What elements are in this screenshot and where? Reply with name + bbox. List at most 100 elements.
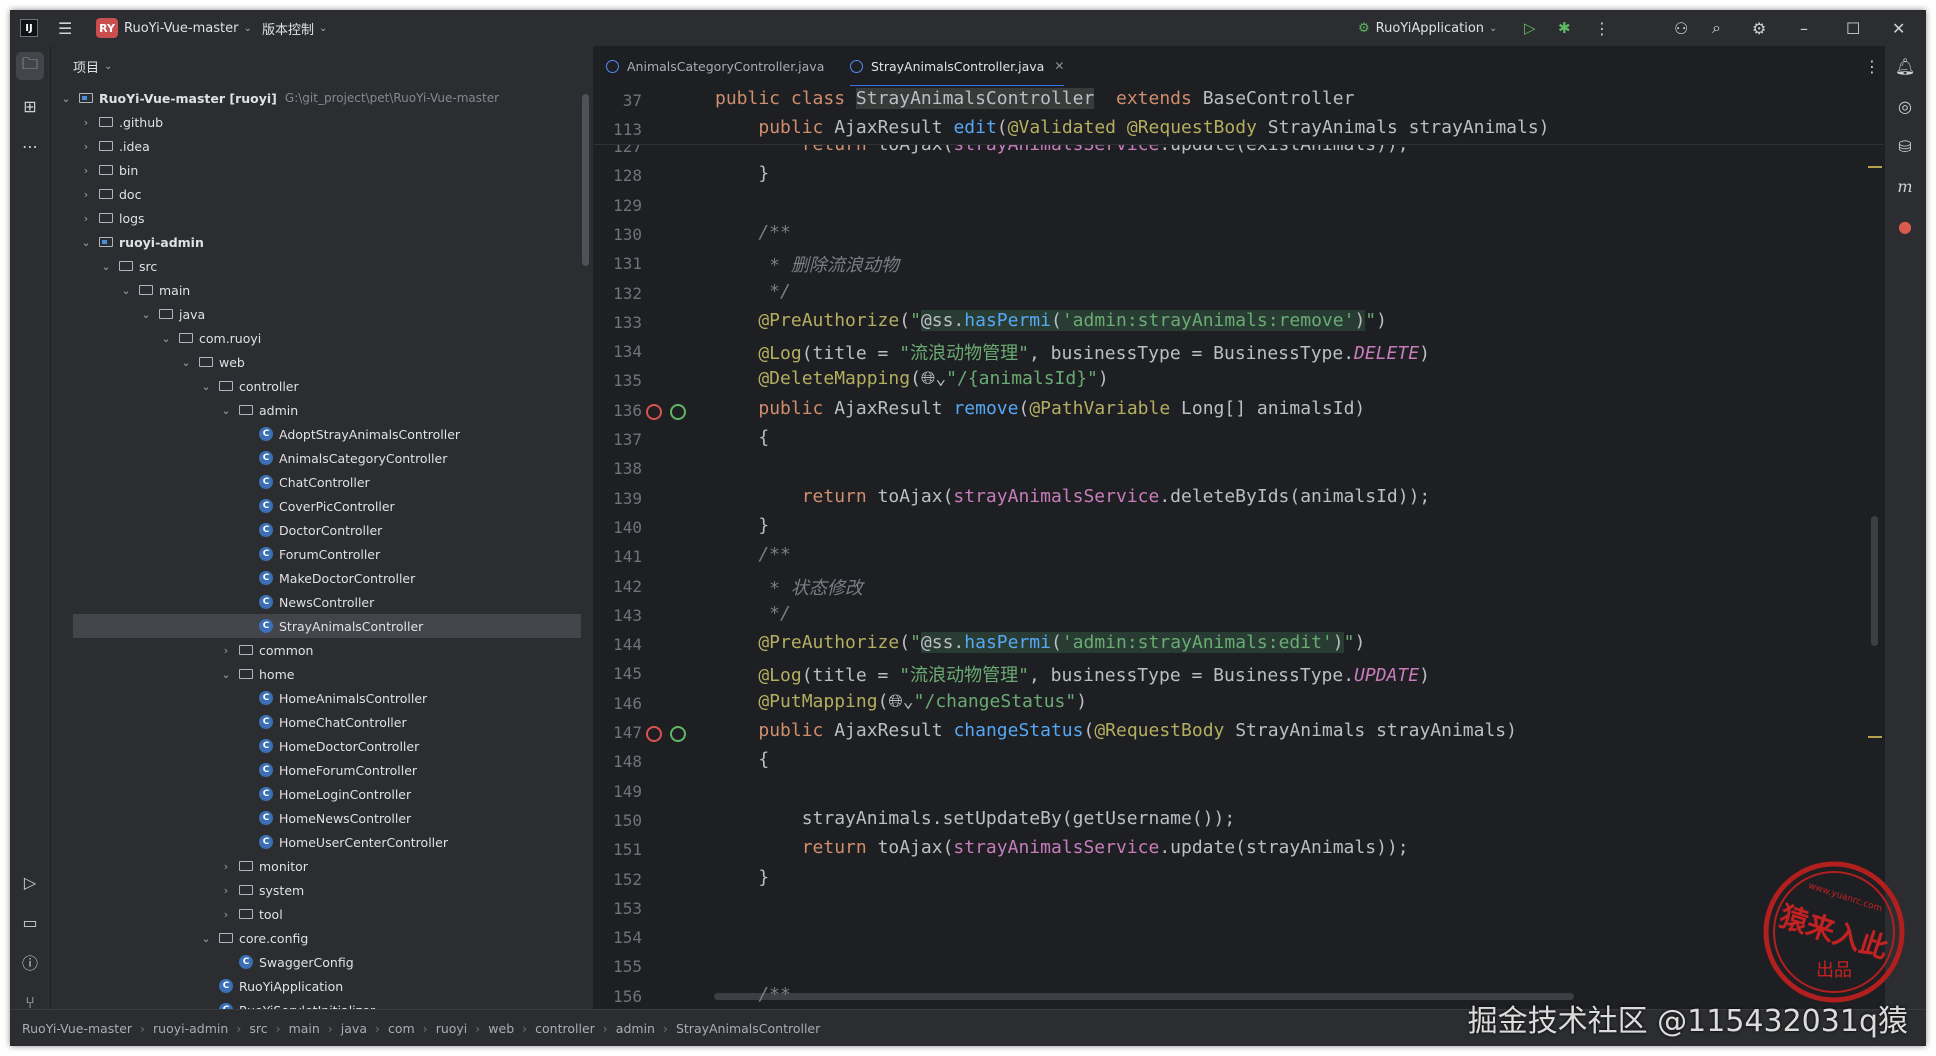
tree-item-folder[interactable]: ⌄ web	[51, 350, 593, 374]
tree-item-class[interactable]: C HomeChatController	[51, 710, 593, 734]
chevron-down-icon[interactable]: ⌄	[179, 356, 193, 369]
tree-item-folder[interactable]: ⌄ src	[51, 254, 593, 278]
code-line[interactable]: /**	[715, 984, 791, 1005]
structure-tool-button[interactable]: ⊞	[16, 92, 44, 120]
chevron-down-icon[interactable]: ⌄	[199, 932, 213, 945]
breadcrumb-item[interactable]: StrayAnimalsController	[676, 1021, 820, 1036]
code-line[interactable]: @Log(title = "流浪动物管理", businessType = Bu…	[715, 661, 1430, 687]
tab-stray-animals-controller[interactable]: StrayAnimalsController.java ✕	[850, 46, 1065, 87]
code-line[interactable]: public AjaxResult changeStatus(@RequestB…	[715, 720, 1517, 741]
breadcrumb-item[interactable]: web	[488, 1021, 514, 1036]
breadcrumb-item[interactable]: com	[388, 1021, 415, 1036]
maven-button[interactable]: m	[1893, 174, 1917, 198]
debug-button[interactable]: ✱	[1558, 10, 1571, 46]
close-button[interactable]: ✕	[1892, 10, 1905, 46]
code-line[interactable]: /**	[715, 544, 791, 565]
chevron-down-icon[interactable]: ⌄	[219, 668, 233, 681]
chevron-right-icon[interactable]: ›	[79, 188, 93, 201]
code-line[interactable]: * 状态修改	[715, 574, 863, 600]
code-line[interactable]: @PreAuthorize("@ss.hasPermi('admin:stray…	[715, 632, 1365, 654]
breadcrumb-item[interactable]: controller	[535, 1021, 595, 1036]
services-tool-button[interactable]: ▷	[16, 868, 44, 896]
chevron-down-icon[interactable]: ⌄	[219, 404, 233, 417]
tree-item-folder[interactable]: ⌄ com.ruoyi	[51, 326, 593, 350]
tree-item-class[interactable]: C NewsController	[51, 590, 593, 614]
ai-assistant-button[interactable]: ◎	[1893, 94, 1917, 118]
tree-item-folder[interactable]: › common	[51, 638, 593, 662]
code-line[interactable]: */	[715, 281, 791, 302]
search-everywhere-button[interactable]: ⌕	[1712, 10, 1721, 46]
tree-item-class[interactable]: C ForumController	[51, 542, 593, 566]
code-line[interactable]: @PreAuthorize("@ss.hasPermi('admin:stray…	[715, 309, 1387, 331]
chevron-down-icon[interactable]: ⌄	[159, 332, 173, 345]
code-line[interactable]: public class StrayAnimalsController exte…	[715, 88, 1354, 109]
chevron-down-icon[interactable]: ⌄	[199, 380, 213, 393]
chevron-down-icon[interactable]: ⌄	[99, 260, 113, 273]
code-line[interactable]: }	[715, 867, 769, 888]
breadcrumb-item[interactable]: java	[341, 1021, 367, 1036]
tab-actions-button[interactable]: ⋮	[1864, 46, 1880, 86]
tree-item-class[interactable]: C MakeDoctorController	[51, 566, 593, 590]
tree-item-folder[interactable]: › doc	[51, 182, 593, 206]
code-line[interactable]: @PutMapping(🌐︎⌄"/changeStatus")	[715, 691, 1087, 712]
breadcrumb-item[interactable]: src	[249, 1021, 267, 1036]
breadcrumb-item[interactable]: RuoYi-Vue-master	[22, 1021, 132, 1036]
code-line[interactable]: @Log(title = "流浪动物管理", businessType = Bu…	[715, 339, 1430, 365]
code-line[interactable]: public AjaxResult edit(@Validated @Reque…	[715, 117, 1549, 138]
chevron-right-icon[interactable]: ›	[79, 164, 93, 177]
code-line[interactable]: * 删除流浪动物	[715, 251, 899, 277]
tree-item-class[interactable]: C HomeUserCenterController	[51, 830, 593, 854]
chevron-right-icon[interactable]: ›	[219, 884, 233, 897]
settings-button[interactable]: ⚙	[1752, 10, 1766, 46]
tree-item-folder[interactable]: › .idea	[51, 134, 593, 158]
run-button[interactable]: ▷	[1524, 10, 1536, 46]
tree-item-folder[interactable]: ⌄ ruoyi-admin	[51, 230, 593, 254]
tree-item-class[interactable]: C DoctorController	[51, 518, 593, 542]
code-line[interactable]: }	[715, 163, 769, 184]
tree-item-class[interactable]: C SwaggerConfig	[51, 950, 593, 974]
breadcrumb-item[interactable]: admin	[616, 1021, 655, 1036]
change-marker[interactable]	[1868, 736, 1882, 738]
code-line[interactable]: return toAjax(strayAnimalsService.update…	[715, 837, 1409, 858]
chevron-right-icon[interactable]: ›	[219, 908, 233, 921]
chevron-right-icon[interactable]: ›	[219, 860, 233, 873]
change-marker[interactable]	[1868, 166, 1882, 168]
tree-item-class[interactable]: C CoverPicController	[51, 494, 593, 518]
tree-item-folder[interactable]: › system	[51, 878, 593, 902]
project-switcher[interactable]: RY RuoYi-Vue-master ⌄	[96, 10, 252, 46]
tree-item-folder[interactable]: ⌄ RuoYi-Vue-master [ruoyi] G:\git_project\…	[51, 86, 593, 110]
chevron-right-icon[interactable]: ›	[79, 140, 93, 153]
database-button[interactable]: ⛁	[1893, 134, 1917, 158]
tree-item-class[interactable]: C HomeNewsController	[51, 806, 593, 830]
tree-item-class[interactable]: C AnimalsCategoryController	[51, 446, 593, 470]
tree-item-class[interactable]: C RuoYiApplication	[51, 974, 593, 998]
chevron-down-icon[interactable]: ⌄	[79, 236, 93, 249]
more-actions-button[interactable]: ⋮	[1594, 10, 1610, 46]
request-mapping-gutter-icon[interactable]	[670, 403, 686, 420]
sticky-lines-header[interactable]: 37 public class StrayAnimalsController ex…	[594, 86, 1884, 145]
code-line[interactable]: {	[715, 749, 769, 770]
project-tool-button[interactable]: 🗀︎	[16, 52, 44, 80]
endpoint-gutter-icon[interactable]	[646, 403, 662, 420]
project-panel-header[interactable]: 项目 ⌄	[51, 46, 593, 86]
run-config-selector[interactable]: ⚙ RuoYiApplication ⌄	[1358, 10, 1497, 46]
tree-item-folder[interactable]: ⌄ java	[51, 302, 593, 326]
breadcrumb-item[interactable]: ruoyi-admin	[153, 1021, 228, 1036]
chevron-down-icon[interactable]: ⌄	[139, 308, 153, 321]
breadcrumb-item[interactable]: ruoyi	[436, 1021, 468, 1036]
code-line[interactable]: */	[715, 603, 791, 624]
tree-item-folder[interactable]: › bin	[51, 158, 593, 182]
tree-item-class[interactable]: C AdoptStrayAnimalsController	[51, 422, 593, 446]
tree-item-folder[interactable]: ⌄ admin	[51, 398, 593, 422]
tree-item-folder[interactable]: › logs	[51, 206, 593, 230]
code-view[interactable]: ⚠3 ⌃ ⌄ 127 return toAjax(strayAnimalsSer…	[594, 86, 1884, 1010]
code-line[interactable]: @DeleteMapping(🌐︎⌄"/{animalsId}")	[715, 368, 1108, 389]
chevron-right-icon[interactable]: ›	[79, 212, 93, 225]
endpoint-gutter-icon[interactable]	[646, 726, 662, 742]
code-line[interactable]: /**	[715, 222, 791, 243]
tree-item-folder[interactable]: ⌄ home	[51, 662, 593, 686]
chevron-right-icon[interactable]: ›	[79, 116, 93, 129]
tree-item-class[interactable]: C HomeLoginController	[51, 782, 593, 806]
problems-tool-button[interactable]: ⓘ	[16, 948, 44, 976]
code-line[interactable]: {	[715, 427, 769, 448]
